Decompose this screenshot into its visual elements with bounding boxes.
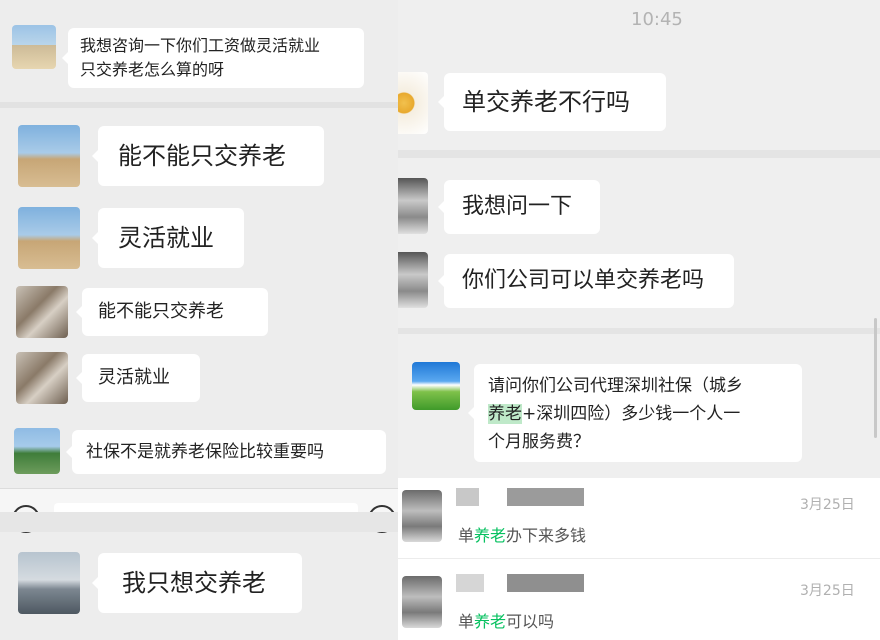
message-bubble: 能不能只交养老 [92, 126, 324, 186]
message-text: 我只想交养老 [122, 569, 266, 597]
message-text: 单交养老不行吗 [462, 88, 630, 116]
message-bubble: 灵活就业 [92, 208, 244, 268]
timestamp: 10:45 [631, 9, 683, 30]
comment-text-part: 单 [458, 526, 475, 545]
highlight-keyword: 养老 [474, 612, 507, 631]
list-item[interactable]: 3月25日 单养老可以吗 [398, 564, 880, 640]
comment-text: 单养老办下来多钱 [458, 522, 586, 546]
message-bubble: 我想咨询一下你们工资做灵活就业 只交养老怎么算的呀 [62, 28, 364, 88]
message-bubble: 能不能只交养老 [76, 288, 268, 336]
user-avatar[interactable] [402, 490, 442, 542]
comment-date: 3月25日 [800, 497, 855, 513]
message-bubble: 你们公司可以单交养老吗 [438, 254, 734, 308]
highlight-keyword: 养老 [474, 526, 507, 545]
message-text: 社保不是就养老保险比较重要吗 [86, 442, 324, 462]
list-item[interactable]: 3月25日 单养老办下来多钱 [398, 478, 880, 559]
comment-text-part: 可以吗 [506, 612, 555, 631]
message-bubble: 请问你们公司代理深圳社保（城乡 养老+深圳四险）多少钱一个人一 个月服务费？ [468, 364, 802, 462]
comment-text: 单养老可以吗 [458, 608, 554, 632]
message-bubble: 灵活就业 [76, 354, 200, 402]
photo-avatar[interactable] [398, 178, 428, 234]
message-bubble: 社保不是就养老保险比较重要吗 [66, 430, 386, 474]
message-bubble: 我只想交养老 [92, 553, 302, 613]
message-text: 我想问一下 [462, 194, 573, 219]
message-text: 我想咨询一下你们工资做灵活就业 [80, 36, 321, 55]
sunset-avatar[interactable] [18, 552, 80, 614]
message-text: 灵活就业 [118, 224, 214, 252]
highlight-keyword: 养老 [488, 404, 522, 424]
sky-grass-avatar[interactable] [412, 362, 460, 410]
screenshot-divider [0, 512, 398, 532]
username-redacted [456, 574, 584, 592]
message-text: 只交养老怎么算的呀 [80, 60, 225, 79]
comment-text-part: 单 [458, 612, 475, 631]
user-avatar[interactable] [402, 576, 442, 628]
landscape-avatar[interactable] [14, 428, 60, 474]
message-text: 能不能只交养老 [118, 142, 286, 170]
left-chat-panel: 我想咨询一下你们工资做灵活就业 只交养老怎么算的呀 能不能只交养老 灵活就业 能… [0, 0, 398, 640]
username-redacted [456, 488, 584, 506]
flower-avatar[interactable] [398, 72, 428, 134]
beach-avatar[interactable] [12, 25, 56, 69]
scrollbar[interactable] [874, 318, 877, 438]
photo-avatar[interactable] [398, 252, 428, 308]
right-chat-panel: 10:45 单交养老不行吗 我想问一下 你们公司可以单交养老吗 请问你们公司代理… [398, 0, 880, 640]
tree-avatar[interactable] [16, 286, 68, 338]
tree-avatar[interactable] [16, 352, 68, 404]
message-bubble: 单交养老不行吗 [438, 73, 666, 131]
comment-list: 3月25日 单养老办下来多钱 3月25日 单养老可以吗 [398, 478, 880, 640]
message-text: 能不能只交养老 [98, 301, 224, 322]
screenshot-divider [0, 102, 398, 108]
message-text: +深圳四险）多少钱一个人一 [522, 404, 741, 424]
message-text: 请问你们公司代理深圳社保（城乡 [488, 376, 743, 396]
beach-avatar[interactable] [18, 207, 80, 269]
input-bar [0, 488, 398, 533]
message-text: 灵活就业 [98, 367, 170, 388]
message-bubble: 我想问一下 [438, 180, 600, 234]
beach-avatar[interactable] [18, 125, 80, 187]
screenshot-divider [398, 150, 880, 158]
comment-text-part: 办下来多钱 [506, 526, 587, 545]
screenshot-divider [398, 328, 880, 334]
comment-date: 3月25日 [800, 583, 855, 599]
message-text: 个月服务费？ [488, 432, 590, 452]
message-text: 你们公司可以单交养老吗 [462, 268, 705, 293]
